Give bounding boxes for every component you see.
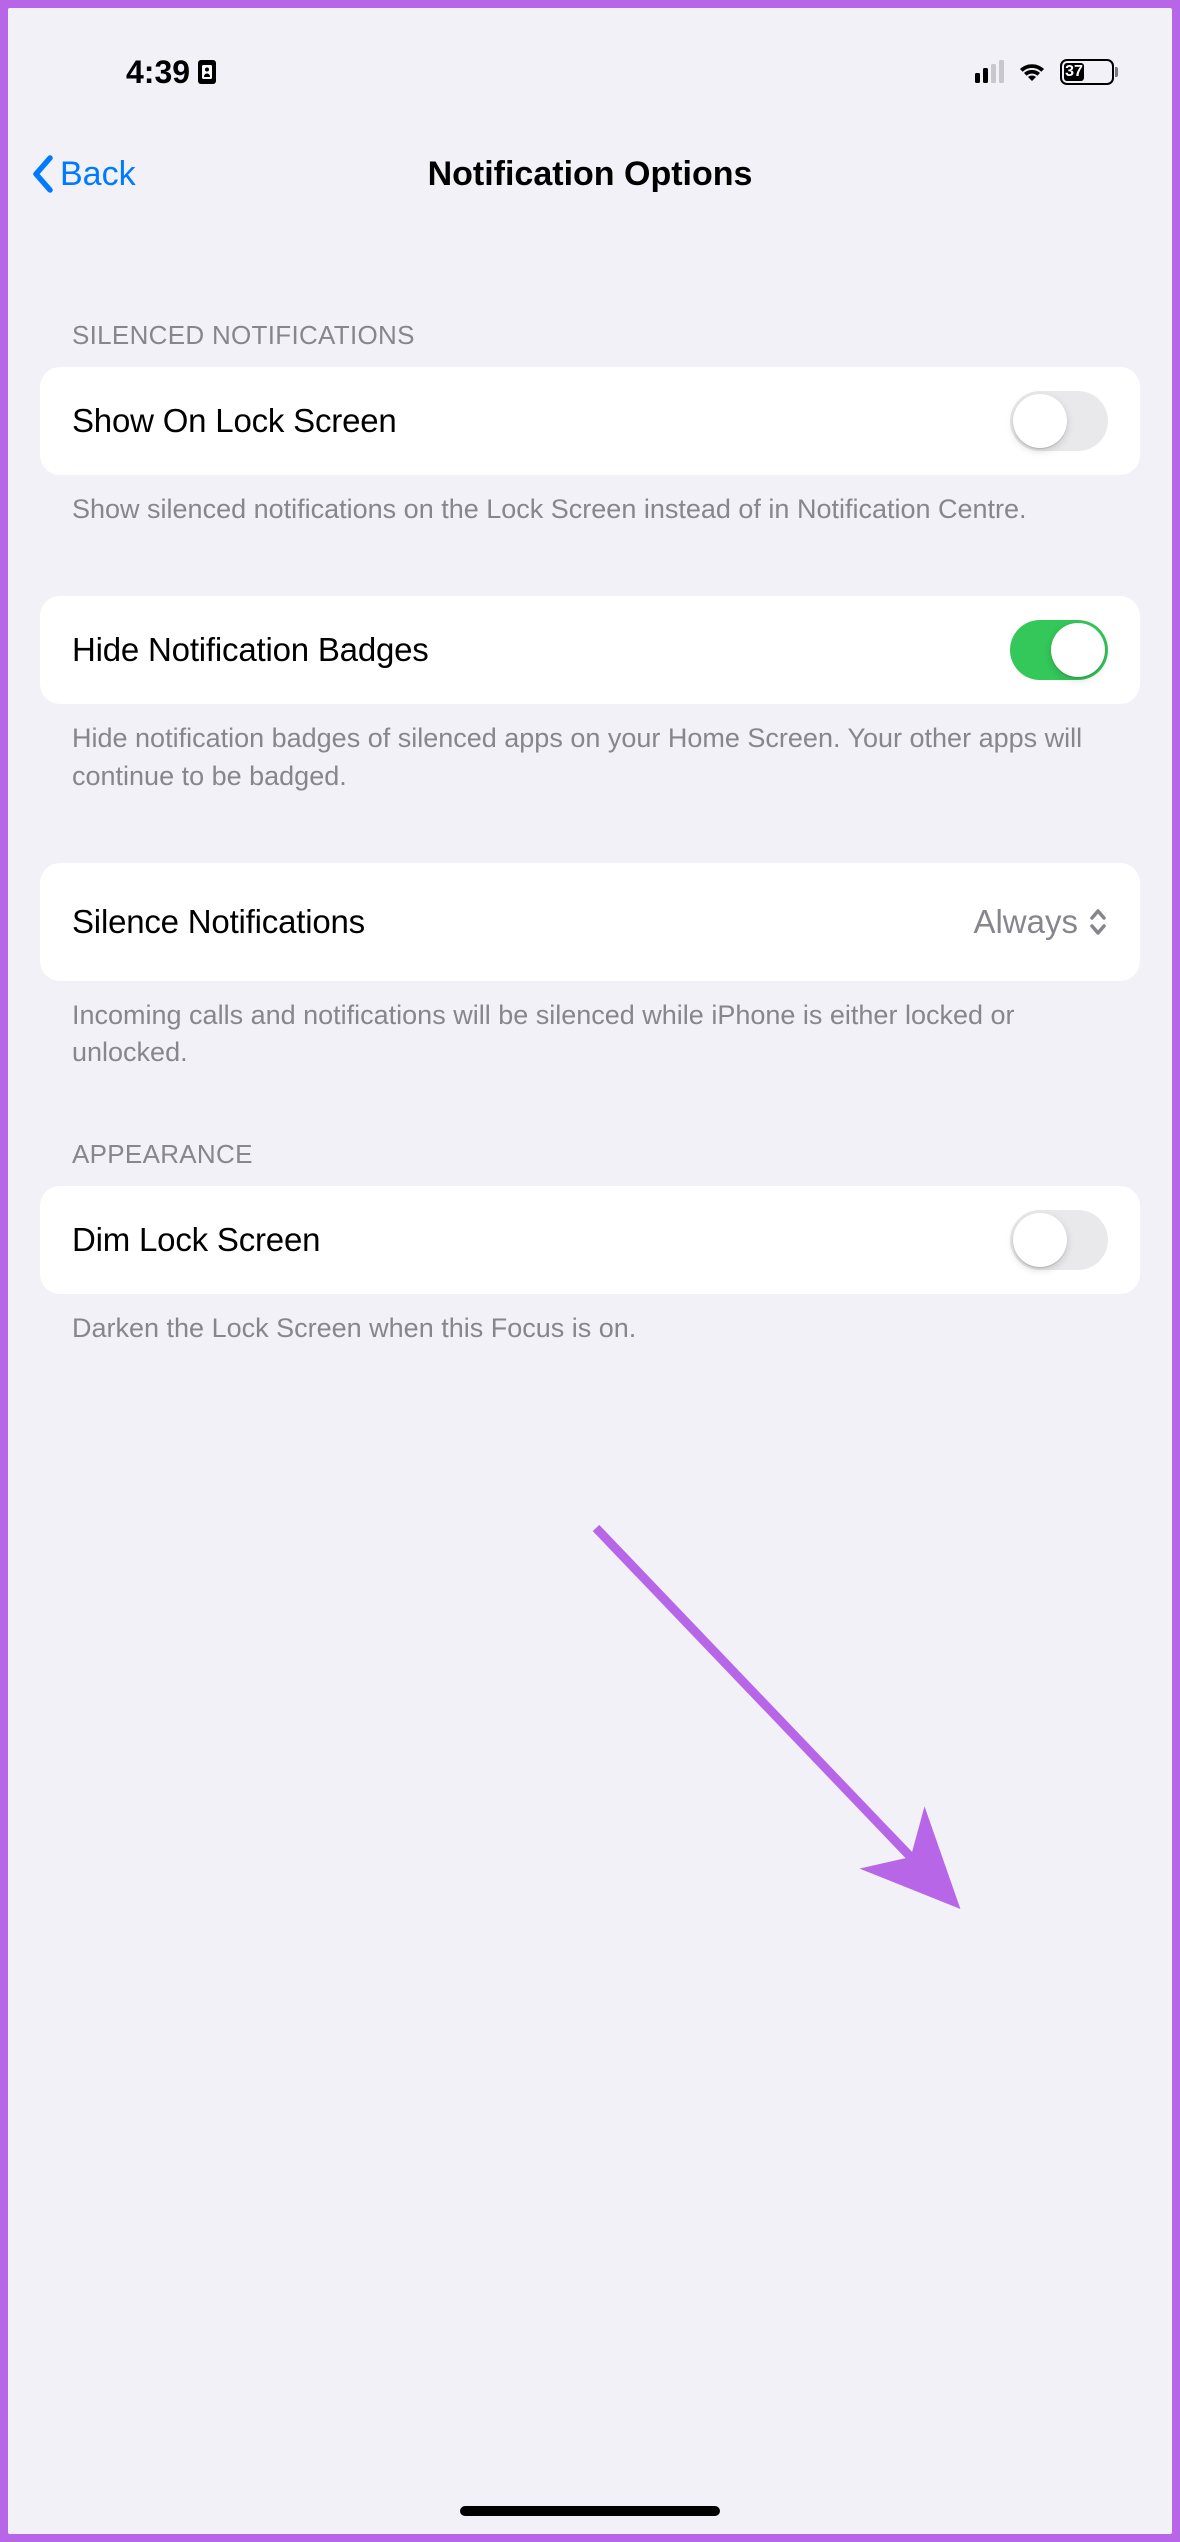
show-on-lock-screen-toggle[interactable] bbox=[1010, 391, 1108, 451]
back-label: Back bbox=[60, 155, 136, 194]
silence-notifications-label: Silence Notifications bbox=[72, 903, 365, 941]
show-on-lock-screen-label: Show On Lock Screen bbox=[72, 402, 397, 440]
dim-lock-screen-label: Dim Lock Screen bbox=[72, 1221, 320, 1259]
status-time: 4:39 bbox=[126, 54, 216, 91]
dim-lock-screen-row[interactable]: Dim Lock Screen bbox=[40, 1186, 1140, 1294]
toggle-knob bbox=[1013, 1213, 1067, 1267]
home-indicator[interactable] bbox=[460, 2506, 720, 2516]
silence-notifications-value-wrap: Always bbox=[973, 903, 1108, 941]
dim-lock-screen-footer: Darken the Lock Screen when this Focus i… bbox=[40, 1294, 1140, 1347]
page-title: Notification Options bbox=[428, 155, 753, 194]
toggle-knob bbox=[1013, 394, 1067, 448]
battery-level: 37 bbox=[1064, 63, 1084, 81]
id-card-icon bbox=[198, 60, 216, 84]
nav-bar: Back Notification Options bbox=[8, 118, 1172, 230]
cellular-signal-icon bbox=[975, 61, 1004, 83]
chevron-left-icon bbox=[32, 154, 56, 194]
status-right: 37 bbox=[975, 59, 1114, 85]
up-down-chevron-icon bbox=[1088, 907, 1108, 937]
silence-notifications-value: Always bbox=[973, 903, 1078, 941]
annotation-arrow bbox=[588, 1518, 998, 1938]
hide-notification-badges-toggle[interactable] bbox=[1010, 620, 1108, 680]
hide-notification-badges-row[interactable]: Hide Notification Badges bbox=[40, 596, 1140, 704]
wifi-icon bbox=[1016, 60, 1048, 84]
content: SILENCED NOTIFICATIONS Show On Lock Scre… bbox=[8, 230, 1172, 1348]
hide-notification-badges-footer: Hide notification badges of silenced app… bbox=[40, 704, 1140, 795]
show-on-lock-screen-footer: Show silenced notifications on the Lock … bbox=[40, 475, 1140, 528]
silence-notifications-footer: Incoming calls and notifications will be… bbox=[40, 981, 1140, 1072]
silence-notifications-row[interactable]: Silence Notifications Always bbox=[40, 863, 1140, 981]
section-header-appearance: APPEARANCE bbox=[40, 1071, 1140, 1186]
dim-lock-screen-toggle[interactable] bbox=[1010, 1210, 1108, 1270]
status-bar: 4:39 37 bbox=[8, 8, 1172, 118]
section-header-silenced: SILENCED NOTIFICATIONS bbox=[40, 230, 1140, 367]
status-time-text: 4:39 bbox=[126, 54, 190, 91]
show-on-lock-screen-row[interactable]: Show On Lock Screen bbox=[40, 367, 1140, 475]
hide-notification-badges-label: Hide Notification Badges bbox=[72, 631, 429, 669]
battery-icon: 37 bbox=[1060, 59, 1114, 85]
toggle-knob bbox=[1051, 623, 1105, 677]
back-button[interactable]: Back bbox=[32, 154, 136, 194]
screen: 4:39 37 Back Notification Opti bbox=[8, 8, 1172, 2534]
